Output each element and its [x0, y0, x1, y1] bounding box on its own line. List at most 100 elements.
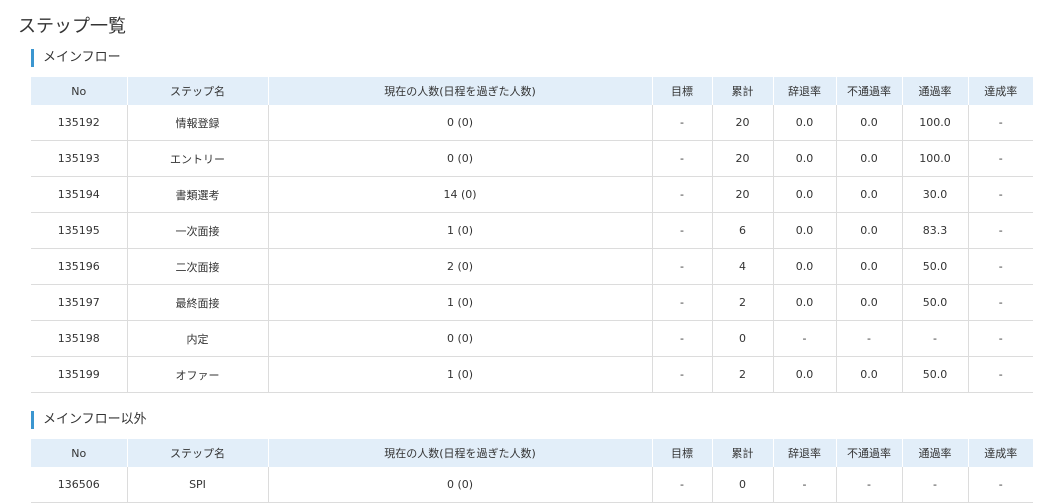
- section-title-main-flow: メインフロー: [31, 49, 121, 67]
- col-fail-rate-cell: -: [835, 467, 902, 503]
- table-header-row: No ステップ名 現在の人数(日程を過ぎた人数) 目標 累計 辞退率 不通過率 通過率 達成率: [31, 439, 1033, 467]
- table-row[interactable]: 135194 書類選考 14 (0) -20 0.0 0.0 30.0-: [31, 176, 1033, 213]
- table-row[interactable]: 135198 内定 0 (0) -0- - - -: [31, 320, 1033, 357]
- col-achievement-rate-cell: -: [967, 284, 1033, 321]
- col-current-count-cell: 0 (0): [267, 140, 652, 177]
- column-header-step-name: ステップ名: [126, 77, 268, 105]
- col-achievement-rate-cell: -: [967, 356, 1033, 393]
- col-achievement-rate-cell: -: [967, 140, 1033, 177]
- col-pass-rate-cell: 83.3: [901, 212, 968, 249]
- col-fail-rate-cell: 0.0: [835, 212, 902, 249]
- col-decline-rate-cell: 0.0: [772, 248, 836, 285]
- column-header-total: 累計: [711, 439, 773, 467]
- col-target-cell: -: [651, 212, 712, 249]
- col-decline-rate-cell: 0.0: [772, 284, 836, 321]
- col-pass-rate-cell: -: [901, 467, 968, 503]
- col-current-count-cell: 14 (0): [267, 176, 652, 213]
- column-header-achievement-rate: 達成率: [967, 77, 1033, 105]
- table-row[interactable]: 135197 最終面接 1 (0) -2 0.0 0.0 50.0-: [31, 284, 1033, 321]
- col-fail-rate-cell: 0.0: [835, 176, 902, 213]
- col-target-cell: -: [651, 176, 712, 213]
- col-total-cell: 20: [711, 105, 773, 141]
- col-total-cell: 20: [711, 140, 773, 177]
- col-achievement-rate-cell: -: [967, 467, 1033, 503]
- col-current-count-cell: 0 (0): [267, 467, 652, 503]
- col-no-cell: 135199: [31, 356, 127, 393]
- col-fail-rate-cell: 0.0: [835, 105, 902, 141]
- col-current-count-cell: 0 (0): [267, 105, 652, 141]
- col-no-cell: 135196: [31, 248, 127, 285]
- column-header-step-name: ステップ名: [126, 439, 268, 467]
- other-flow-table: No ステップ名 現在の人数(日程を過ぎた人数) 目標 累計 辞退率 不通過率 通過率 達成率 …: [31, 439, 1033, 503]
- col-no-cell: 136506: [31, 467, 127, 503]
- col-pass-rate-cell: 50.0: [901, 284, 968, 321]
- col-decline-rate-cell: 0.0: [772, 176, 836, 213]
- col-step-name-cell: 書類選考: [126, 176, 268, 213]
- col-total-cell: 2: [711, 356, 773, 393]
- main-flow-table: No ステップ名 現在の人数(日程を過ぎた人数) 目標 累計 辞退率 不通過率 通過率 達成率 …: [31, 77, 1033, 393]
- table-row[interactable]: 135193 エントリー 0 (0) -20 0.0 0.0 100.0-: [31, 140, 1033, 177]
- col-current-count-cell: 1 (0): [267, 284, 652, 321]
- section-title-other-flow: メインフロー以外: [31, 411, 147, 429]
- col-achievement-rate-cell: -: [967, 320, 1033, 357]
- col-step-name-cell: 最終面接: [126, 284, 268, 321]
- col-no-cell: 135193: [31, 140, 127, 177]
- col-achievement-rate-cell: -: [967, 212, 1033, 249]
- col-total-cell: 6: [711, 212, 773, 249]
- col-current-count-cell: 1 (0): [267, 212, 652, 249]
- col-achievement-rate-cell: -: [967, 176, 1033, 213]
- column-header-no: No: [31, 77, 127, 105]
- col-total-cell: 2: [711, 284, 773, 321]
- page-title: ステップ一覧: [18, 16, 126, 37]
- col-fail-rate-cell: 0.0: [835, 248, 902, 285]
- column-header-current-count: 現在の人数(日程を過ぎた人数): [267, 77, 652, 105]
- table-row[interactable]: 136506 SPI 0 (0) -0- - - -: [31, 467, 1033, 503]
- col-no-cell: 135194: [31, 176, 127, 213]
- col-current-count-cell: 1 (0): [267, 356, 652, 393]
- col-current-count-cell: 0 (0): [267, 320, 652, 357]
- col-step-name-cell: SPI: [126, 467, 268, 503]
- col-fail-rate-cell: 0.0: [835, 356, 902, 393]
- col-pass-rate-cell: 100.0: [901, 140, 968, 177]
- col-current-count-cell: 2 (0): [267, 248, 652, 285]
- table-row[interactable]: 135196 二次面接 2 (0) -4 0.0 0.0 50.0-: [31, 248, 1033, 285]
- col-fail-rate-cell: -: [835, 320, 902, 357]
- col-step-name-cell: 情報登録: [126, 105, 268, 141]
- col-decline-rate-cell: 0.0: [772, 140, 836, 177]
- column-header-decline-rate: 辞退率: [772, 77, 836, 105]
- column-header-decline-rate: 辞退率: [772, 439, 836, 467]
- table-row[interactable]: 135199 オファー 1 (0) -2 0.0 0.0 50.0-: [31, 356, 1033, 393]
- column-header-pass-rate: 通過率: [901, 439, 968, 467]
- col-achievement-rate-cell: -: [967, 248, 1033, 285]
- table-row[interactable]: 135195 一次面接 1 (0) -6 0.0 0.0 83.3-: [31, 212, 1033, 249]
- column-header-no: No: [31, 439, 127, 467]
- column-header-fail-rate: 不通過率: [835, 77, 902, 105]
- col-target-cell: -: [651, 140, 712, 177]
- col-no-cell: 135195: [31, 212, 127, 249]
- col-total-cell: 4: [711, 248, 773, 285]
- col-pass-rate-cell: 100.0: [901, 105, 968, 141]
- column-header-pass-rate: 通過率: [901, 77, 968, 105]
- col-fail-rate-cell: 0.0: [835, 284, 902, 321]
- col-step-name-cell: 内定: [126, 320, 268, 357]
- col-no-cell: 135197: [31, 284, 127, 321]
- col-total-cell: 0: [711, 467, 773, 503]
- table-row[interactable]: 135192 情報登録 0 (0) -20 0.0 0.0 100.0-: [31, 105, 1033, 141]
- column-header-current-count: 現在の人数(日程を過ぎた人数): [267, 439, 652, 467]
- col-target-cell: -: [651, 248, 712, 285]
- col-decline-rate-cell: 0.0: [772, 212, 836, 249]
- col-target-cell: -: [651, 356, 712, 393]
- col-target-cell: -: [651, 284, 712, 321]
- col-pass-rate-cell: 50.0: [901, 356, 968, 393]
- col-step-name-cell: 一次面接: [126, 212, 268, 249]
- column-header-target: 目標: [651, 439, 712, 467]
- col-total-cell: 0: [711, 320, 773, 357]
- col-decline-rate-cell: 0.0: [772, 356, 836, 393]
- col-target-cell: -: [651, 320, 712, 357]
- col-total-cell: 20: [711, 176, 773, 213]
- column-header-total: 累計: [711, 77, 773, 105]
- col-decline-rate-cell: -: [772, 467, 836, 503]
- col-decline-rate-cell: 0.0: [772, 105, 836, 141]
- column-header-achievement-rate: 達成率: [967, 439, 1033, 467]
- col-no-cell: 135192: [31, 105, 127, 141]
